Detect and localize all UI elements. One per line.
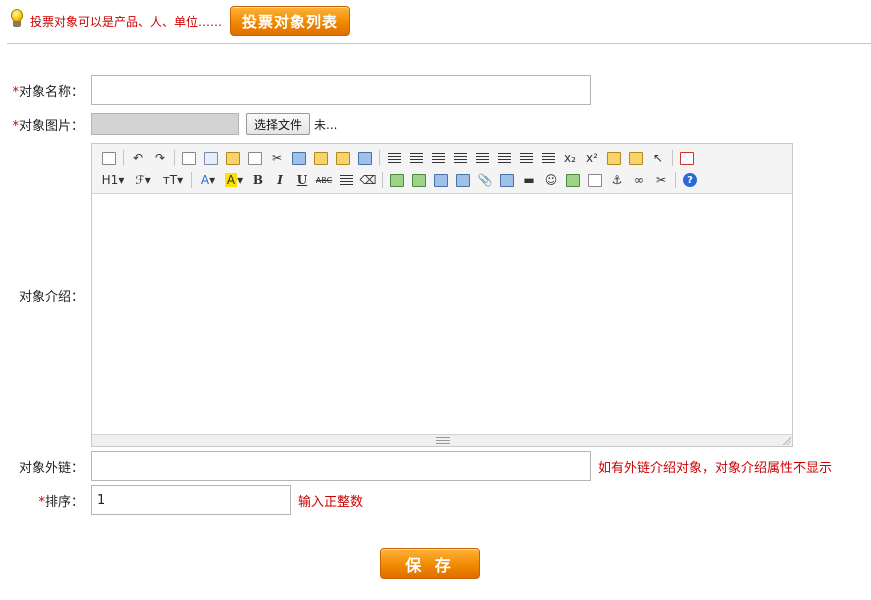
quick-format-icon[interactable] <box>625 148 647 168</box>
undo-icon[interactable]: ↶ <box>127 148 149 168</box>
outdent-icon[interactable] <box>537 148 559 168</box>
line-height-icon[interactable] <box>335 170 357 190</box>
copy-icon[interactable] <box>288 148 310 168</box>
italic-icon[interactable]: I <box>269 170 291 190</box>
rich-text-editor: ↶ ↷ ✂ x₂ x² ↖ H1 ▾ ℱ ▾ ᴛT ▾ A ▾ A ▾ B I … <box>91 143 793 447</box>
intro-row: 对象介绍： <box>0 286 84 305</box>
name-label: *对象名称： <box>12 84 84 100</box>
link-label: 对象外链： <box>18 460 84 476</box>
page-break-icon[interactable] <box>584 170 606 190</box>
unordered-list-icon[interactable] <box>493 148 515 168</box>
eraser-icon[interactable]: ⌫ <box>357 170 379 190</box>
ordered-list-icon[interactable] <box>471 148 493 168</box>
save-button[interactable]: 保 存 <box>380 548 480 579</box>
vote-object-list-button[interactable]: 投票对象列表 <box>230 6 351 36</box>
choose-file-button[interactable]: 选择文件 <box>246 113 311 135</box>
link-note: 如有外链介绍对象，对象介绍属性不显示 <box>598 460 833 476</box>
justify-icon[interactable] <box>449 148 471 168</box>
intro-label: 对象介绍： <box>18 290 84 305</box>
paste-text-icon[interactable] <box>332 148 354 168</box>
map-icon[interactable] <box>562 170 584 190</box>
name-row: *对象名称： <box>0 75 591 105</box>
superscript-icon[interactable]: x² <box>581 148 603 168</box>
preview-icon[interactable] <box>178 148 200 168</box>
strikethrough-icon[interactable]: ABC <box>313 170 335 190</box>
link-icon[interactable]: ∞ <box>628 170 650 190</box>
source-icon[interactable] <box>98 148 120 168</box>
indent-icon[interactable] <box>515 148 537 168</box>
flash-icon[interactable] <box>430 170 452 190</box>
order-row: *排序： 输入正整数 <box>0 485 363 515</box>
redo-icon[interactable]: ↷ <box>149 148 171 168</box>
horizontal-rule-icon[interactable]: ▬ <box>518 170 540 190</box>
order-input[interactable] <box>91 485 291 515</box>
link-row: 对象外链： 如有外链介绍对象，对象介绍属性不显示 <box>0 451 832 481</box>
order-note: 输入正整数 <box>298 494 364 510</box>
unlink-icon[interactable]: ✂ <box>650 170 672 190</box>
print-icon[interactable] <box>200 148 222 168</box>
font-color-icon[interactable]: A ▾ <box>195 170 221 190</box>
divider <box>7 43 871 44</box>
emoticon-icon[interactable]: ☺ <box>540 170 562 190</box>
image-row: *对象图片： 选择文件 未... <box>0 113 337 135</box>
corner-resize-icon[interactable] <box>783 437 791 445</box>
code-icon[interactable] <box>244 148 266 168</box>
fullscreen-icon[interactable] <box>676 148 698 168</box>
background-color-icon[interactable]: A ▾ <box>221 170 247 190</box>
anchor-icon[interactable]: ⚓ <box>606 170 628 190</box>
multi-image-icon[interactable] <box>408 170 430 190</box>
editor-statusbar <box>92 434 792 446</box>
editor-toolbar: ↶ ↷ ✂ x₂ x² ↖ H1 ▾ ℱ ▾ ᴛT ▾ A ▾ A ▾ B I … <box>92 144 792 194</box>
hint-bar: 投票对象可以是产品、人、单位…… 投票对象列表 <box>8 6 351 36</box>
lightbulb-icon <box>8 8 26 34</box>
attachment-icon[interactable]: 📎 <box>474 170 496 190</box>
paste-word-icon[interactable] <box>354 148 376 168</box>
resize-grip-icon[interactable] <box>436 437 450 444</box>
align-left-icon[interactable] <box>383 148 405 168</box>
insert-image-icon[interactable] <box>386 170 408 190</box>
align-center-icon[interactable] <box>405 148 427 168</box>
file-status: 未... <box>314 117 338 132</box>
template-icon[interactable] <box>222 148 244 168</box>
paste-icon[interactable] <box>310 148 332 168</box>
link-input[interactable] <box>91 451 591 481</box>
heading-dropdown-icon[interactable]: H1 ▾ <box>98 170 128 190</box>
cut-icon[interactable]: ✂ <box>266 148 288 168</box>
select-all-icon[interactable]: ↖ <box>647 148 669 168</box>
font-family-dropdown-icon[interactable]: ℱ ▾ <box>128 170 158 190</box>
editor-content-area[interactable] <box>92 194 792 434</box>
hint-text: 投票对象可以是产品、人、单位…… <box>30 14 223 29</box>
help-icon[interactable]: ? <box>679 170 701 190</box>
image-path-field[interactable] <box>91 113 239 135</box>
underline-icon[interactable]: U <box>291 170 313 190</box>
align-right-icon[interactable] <box>427 148 449 168</box>
media-icon[interactable] <box>452 170 474 190</box>
bold-icon[interactable]: B <box>247 170 269 190</box>
table-icon[interactable] <box>496 170 518 190</box>
subscript-icon[interactable]: x₂ <box>559 148 581 168</box>
order-label: *排序： <box>38 494 84 510</box>
font-size-dropdown-icon[interactable]: ᴛT ▾ <box>158 170 188 190</box>
name-input[interactable] <box>91 75 591 105</box>
clear-format-icon[interactable] <box>603 148 625 168</box>
image-label: *对象图片： <box>12 118 84 134</box>
